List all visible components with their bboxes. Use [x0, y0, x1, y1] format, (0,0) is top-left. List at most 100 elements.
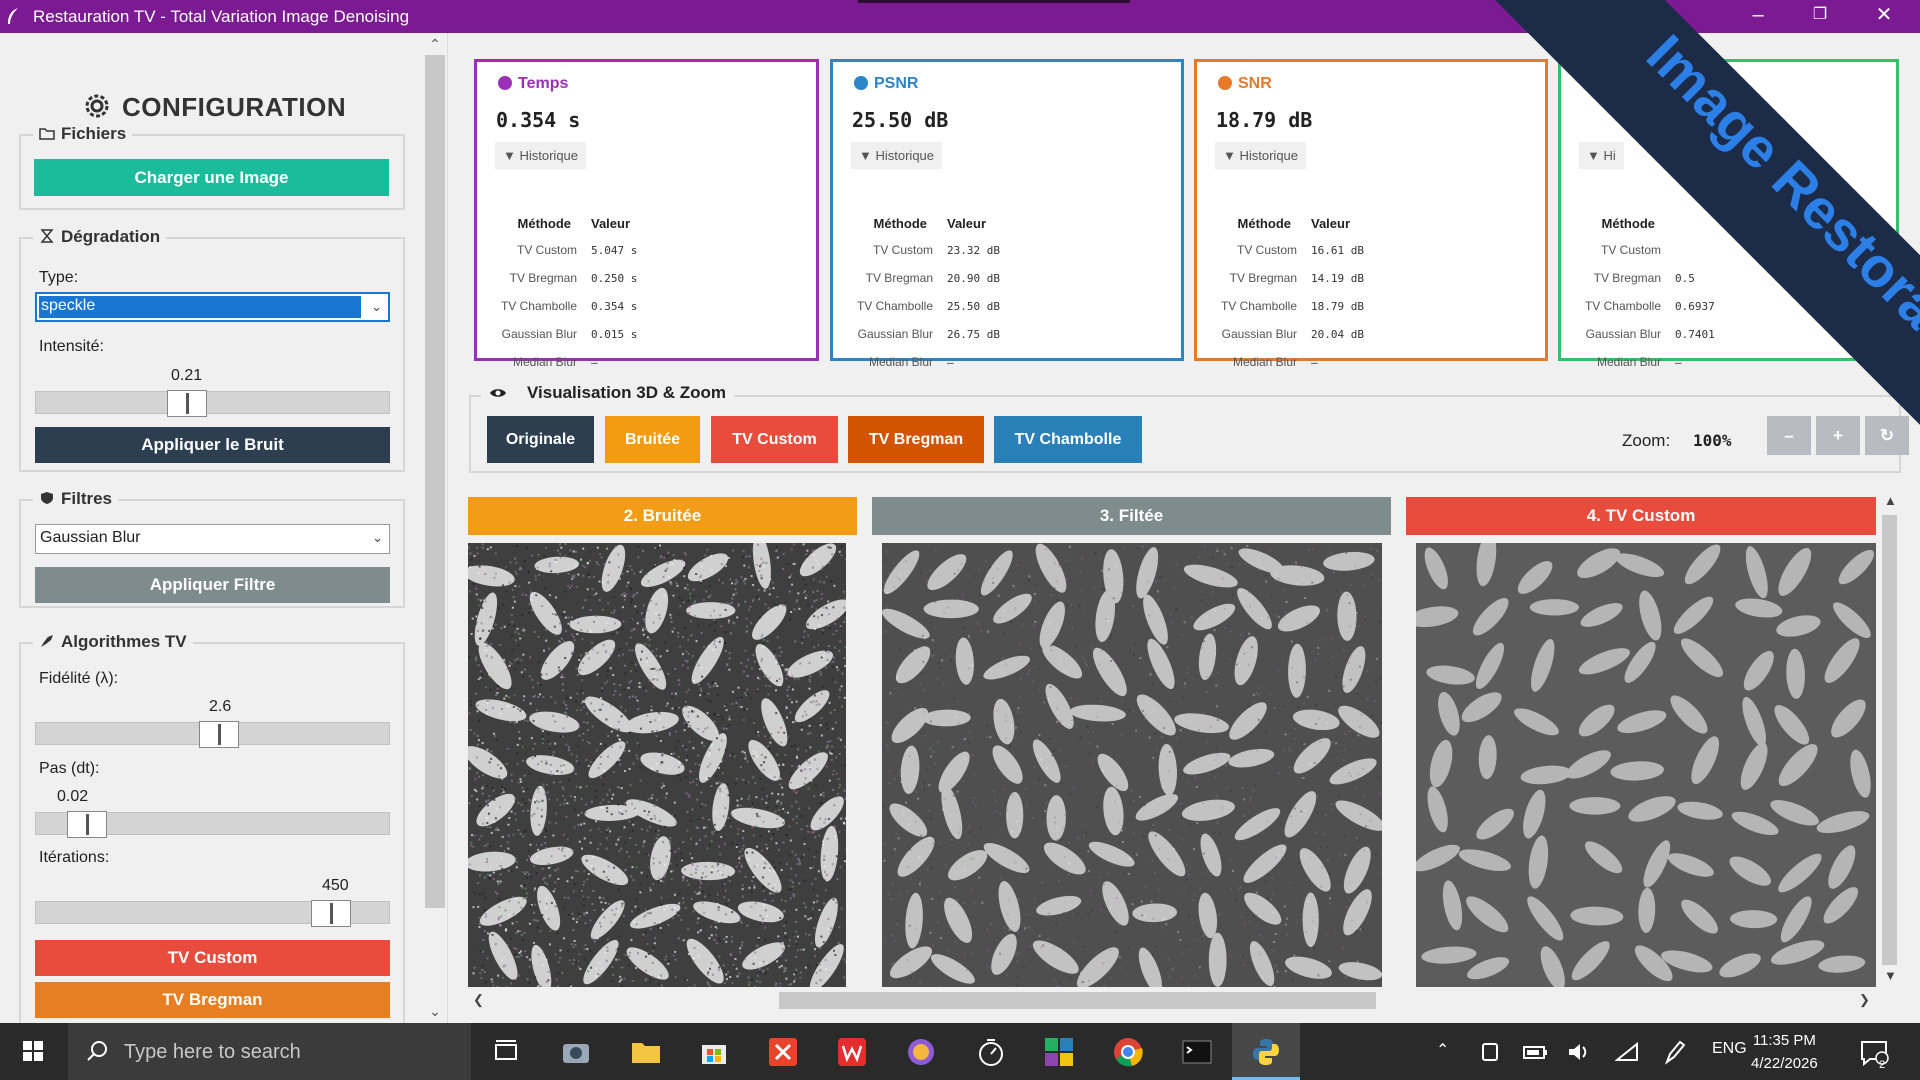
history-toggle[interactable]: ▼ Historique — [1215, 142, 1307, 169]
taskbar-clock[interactable]: 11:35 PM 4/22/2026 — [1751, 1029, 1818, 1075]
scroll-down-arrow-icon[interactable]: ▼ — [1884, 968, 1897, 983]
task-view-icon[interactable] — [490, 1036, 522, 1068]
noise-speckle — [737, 686, 740, 689]
noise-speckle — [722, 718, 725, 721]
noise-speckle — [648, 866, 651, 869]
chrome-icon[interactable] — [1112, 1036, 1144, 1068]
noise-speckle — [616, 734, 619, 737]
view-tv-bregman-button[interactable]: TV Bregman — [848, 416, 984, 463]
step-slider-handle[interactable] — [67, 811, 107, 838]
noise-speckle — [593, 759, 596, 762]
noisy-image[interactable] — [468, 543, 846, 987]
images-vertical-scrollbar[interactable]: ▲ ▼ — [1879, 493, 1899, 988]
close-button[interactable]: ✕ — [1853, 0, 1915, 33]
noise-speckle — [788, 576, 791, 579]
microsoft-store-icon[interactable] — [698, 1036, 730, 1068]
noise-speckle — [1154, 834, 1157, 837]
tv-custom-image[interactable] — [1416, 543, 1876, 987]
scroll-left-arrow-icon[interactable]: ❮ — [473, 992, 484, 1008]
history-toggle[interactable]: ▼ Hi — [1579, 142, 1624, 169]
step-slider[interactable] — [35, 811, 390, 838]
noise-speckle — [655, 648, 658, 651]
noise-speckle — [493, 732, 495, 735]
tray-device-icon[interactable] — [1479, 1036, 1501, 1068]
noise-speckle — [778, 808, 781, 811]
panel-filtered: 3. Filtée — [872, 497, 1391, 987]
scroll-up-arrow-icon[interactable]: ⌃ — [425, 36, 445, 53]
iterations-slider-handle[interactable] — [311, 900, 351, 927]
noise-speckle — [725, 709, 728, 712]
timer-app-icon[interactable] — [975, 1036, 1007, 1068]
tray-chevron-up-icon[interactable]: ⌃ — [1436, 1040, 1449, 1060]
scroll-right-arrow-icon[interactable]: ❯ — [1859, 992, 1870, 1008]
view-noisy-button[interactable]: Bruitée — [605, 416, 700, 463]
fidelity-slider[interactable] — [35, 721, 390, 748]
noise-speckle — [1005, 973, 1008, 976]
noise-type-select[interactable]: speckle ⌄ — [35, 292, 390, 322]
zoom-reset-button[interactable]: ↻ — [1865, 416, 1909, 455]
pen-icon[interactable] — [1663, 1036, 1687, 1068]
python-icon[interactable] — [1250, 1036, 1282, 1068]
noise-speckle — [1006, 913, 1009, 916]
noise-speckle — [704, 895, 707, 898]
sidebar-scroll-thumb[interactable] — [425, 55, 445, 908]
noise-speckle — [914, 927, 917, 930]
load-image-button[interactable]: Charger une Image — [34, 159, 389, 196]
taskbar-search-box[interactable]: Type here to search — [68, 1023, 471, 1080]
noise-speckle — [838, 830, 841, 833]
maximize-button[interactable]: ❐ — [1789, 0, 1851, 33]
noise-speckle — [615, 762, 618, 765]
scroll-down-arrow-icon[interactable]: ⌄ — [425, 1003, 445, 1020]
camera-app-icon[interactable] — [560, 1036, 592, 1068]
noise-speckle — [582, 564, 585, 567]
file-explorer-icon[interactable] — [630, 1036, 662, 1068]
noise-speckle — [547, 740, 550, 743]
windows-start-icon[interactable] — [0, 1023, 67, 1080]
wps-office-icon[interactable] — [836, 1036, 868, 1068]
images-hscroll-thumb[interactable] — [779, 992, 1376, 1009]
noise-speckle — [704, 835, 707, 838]
noise-speckle — [745, 630, 748, 633]
tv-bregman-button[interactable]: TV Bregman — [35, 982, 390, 1018]
zoom-out-button[interactable]: – — [1767, 416, 1811, 455]
history-toggle[interactable]: ▼ Historique — [851, 142, 943, 169]
view-tv-chambolle-button[interactable]: TV Chambolle — [994, 416, 1142, 463]
noise-speckle — [813, 600, 816, 603]
view-tv-custom-button[interactable]: TV Custom — [711, 416, 838, 463]
value-cell: 14.19 dB — [1311, 271, 1364, 285]
battery-icon[interactable] — [1522, 1036, 1548, 1068]
tv-custom-button[interactable]: TV Custom — [35, 940, 390, 976]
noise-speckle — [761, 917, 764, 920]
language-indicator[interactable]: ENG — [1712, 1040, 1747, 1058]
noise-speckle — [542, 737, 545, 740]
intensity-slider[interactable] — [35, 390, 390, 417]
noise-speckle — [775, 842, 778, 845]
notification-icon[interactable] — [1858, 1036, 1890, 1068]
xmind-app-icon[interactable] — [767, 1036, 799, 1068]
scroll-up-arrow-icon[interactable]: ▲ — [1884, 493, 1897, 508]
volume-icon[interactable] — [1567, 1036, 1591, 1068]
noise-speckle — [798, 882, 801, 885]
grid-app-icon[interactable] — [1043, 1036, 1075, 1068]
noise-speckle — [1331, 655, 1334, 658]
terminal-icon[interactable] — [1181, 1036, 1213, 1068]
history-toggle[interactable]: ▼ Historique — [495, 142, 587, 169]
images-horizontal-scrollbar[interactable]: ❮ ❯ — [469, 988, 1874, 1012]
filtered-image[interactable] — [882, 543, 1382, 987]
sidebar-scrollbar[interactable]: ⌃ ⌄ — [425, 33, 447, 1023]
intensity-slider-handle[interactable] — [167, 390, 207, 417]
apply-filter-button[interactable]: Appliquer Filtre — [35, 567, 390, 603]
wifi-icon[interactable] — [1615, 1036, 1639, 1068]
noise-speckle — [820, 802, 823, 804]
iterations-slider[interactable] — [35, 900, 390, 927]
zoom-in-button[interactable]: + — [1816, 416, 1860, 455]
fidelity-slider-handle[interactable] — [199, 721, 239, 748]
minimize-button[interactable]: – — [1727, 0, 1789, 33]
noise-speckle — [761, 788, 764, 791]
apply-noise-button[interactable]: Appliquer le Bruit — [35, 427, 390, 463]
images-vscroll-thumb[interactable] — [1882, 515, 1897, 965]
colorful-app-icon[interactable] — [905, 1036, 937, 1068]
filter-select[interactable]: Gaussian Blur ⌄ — [35, 524, 390, 554]
noise-speckle — [700, 574, 703, 577]
view-original-button[interactable]: Originale — [487, 416, 594, 463]
